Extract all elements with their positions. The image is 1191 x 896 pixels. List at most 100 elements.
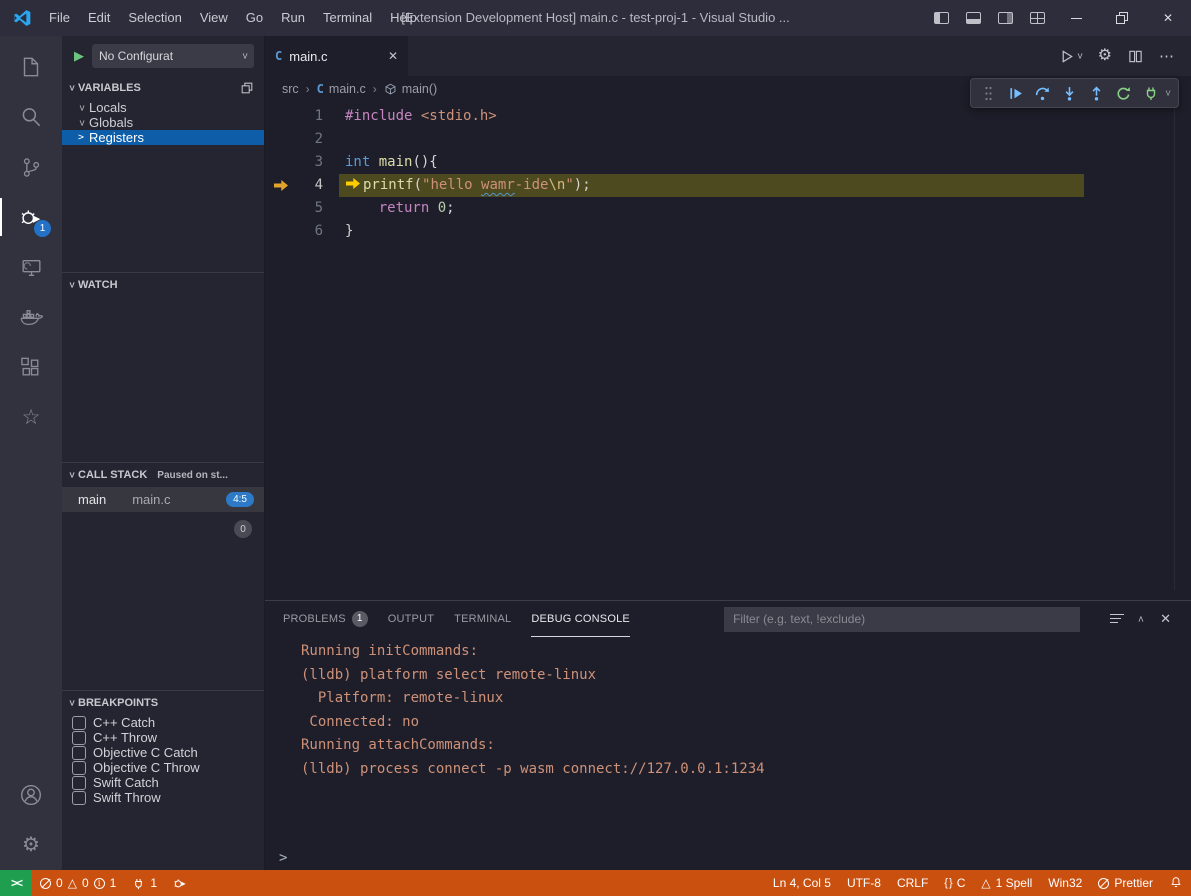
debug-status[interactable]	[165, 870, 195, 896]
console-line: (lldb) platform select remote-linux	[301, 664, 1191, 688]
sidebar-item-search[interactable]	[0, 92, 62, 142]
step-out-button[interactable]	[1087, 82, 1107, 104]
breadcrumb-symbol[interactable]: main()	[384, 82, 437, 96]
split-editor-icon[interactable]	[1128, 49, 1143, 64]
code-line-1[interactable]: 1#include <stdio.h>	[265, 105, 1191, 128]
panel-tab-terminal[interactable]: TERMINAL	[454, 601, 511, 637]
account-button[interactable]	[0, 770, 62, 820]
disconnect-button[interactable]	[1141, 82, 1161, 104]
breadcrumb-file[interactable]: Cmain.c	[317, 82, 366, 96]
sidebar-item-explorer[interactable]	[0, 42, 62, 92]
toggle-sidebar-icon[interactable]	[925, 0, 957, 36]
platform-indicator[interactable]: Win32	[1040, 870, 1090, 896]
code-editor[interactable]: 1#include <stdio.h>23int main(){4printf(…	[265, 102, 1191, 600]
run-or-debug-button[interactable]: >	[1059, 49, 1082, 64]
console-filter-input[interactable]	[724, 607, 1080, 632]
menu-go[interactable]: Go	[237, 0, 272, 36]
ports-indicator[interactable]: 1	[124, 870, 165, 896]
close-panel-icon[interactable]: ✕	[1160, 611, 1171, 627]
stack-frame-row[interactable]: main main.c 4:5	[62, 487, 264, 512]
chevron-down-icon[interactable]: >	[1162, 90, 1172, 96]
code-line-3[interactable]: 3int main(){	[265, 151, 1191, 174]
launch-configuration-dropdown[interactable]: No Configurat >	[92, 44, 254, 68]
breakpoint-checkbox[interactable]	[72, 731, 86, 745]
watch-header[interactable]: > WATCH	[62, 273, 264, 297]
minimize-button[interactable]	[1053, 0, 1099, 36]
more-actions-icon[interactable]: ⋯	[1159, 47, 1175, 65]
tab-main-c[interactable]: C main.c ✕	[265, 36, 408, 76]
sidebar-item-extensions[interactable]	[0, 342, 62, 392]
toggle-panel-icon[interactable]	[957, 0, 989, 36]
breakpoint-item-c-throw[interactable]: C++ Throw	[62, 730, 264, 745]
variables-item-registers[interactable]: >Registers	[62, 130, 264, 145]
toggle-secondary-sidebar-icon[interactable]	[989, 0, 1021, 36]
open-editors-icon[interactable]	[240, 81, 258, 95]
notifications-bell[interactable]	[1161, 870, 1191, 896]
breakpoints-header[interactable]: > BREAKPOINTS	[62, 691, 264, 715]
breakpoint-gutter[interactable]	[265, 197, 295, 220]
panel-tab-problems[interactable]: PROBLEMS1	[283, 601, 368, 637]
language-mode[interactable]: { } C	[936, 870, 973, 896]
breakpoint-item-objective-c-throw[interactable]: Objective C Throw	[62, 760, 264, 775]
menu-view[interactable]: View	[191, 0, 237, 36]
remote-indicator[interactable]: ><	[0, 870, 32, 896]
formatter-status[interactable]: Prettier	[1090, 870, 1161, 896]
debug-console-input[interactable]: >	[265, 846, 1191, 870]
breakpoint-gutter[interactable]	[265, 174, 295, 197]
panel-tab-debug-console[interactable]: DEBUG CONSOLE	[531, 601, 630, 637]
panel-tab-output[interactable]: OUTPUT	[388, 601, 434, 637]
maximize-panel-icon[interactable]: >	[1137, 616, 1147, 622]
breakpoint-checkbox[interactable]	[72, 776, 86, 790]
breakpoint-checkbox[interactable]	[72, 716, 86, 730]
toolbar-grip-icon[interactable]	[979, 82, 999, 104]
sidebar-item-remote-explorer[interactable]	[0, 242, 62, 292]
menu-terminal[interactable]: Terminal	[314, 0, 381, 36]
settings-button[interactable]: ⚙	[0, 820, 62, 870]
step-over-button[interactable]	[1033, 82, 1053, 104]
variables-header[interactable]: > VARIABLES	[62, 76, 264, 100]
code-line-2[interactable]: 2	[265, 128, 1191, 151]
sidebar-item-favorites[interactable]: ☆	[0, 392, 62, 442]
continue-button[interactable]	[1006, 82, 1026, 104]
breakpoint-item-objective-c-catch[interactable]: Objective C Catch	[62, 745, 264, 760]
code-line-4[interactable]: 4printf("hello wamr-ide\n");	[265, 174, 1191, 197]
close-tab-icon[interactable]: ✕	[388, 49, 398, 63]
breakpoint-gutter[interactable]	[265, 220, 295, 243]
breadcrumb-src[interactable]: src	[282, 82, 299, 96]
call-stack-header[interactable]: > CALL STACK Paused on st...	[62, 463, 264, 487]
filter-lines-icon[interactable]	[1110, 614, 1124, 625]
breakpoint-gutter[interactable]	[265, 128, 295, 151]
inline-breakpoint-icon[interactable]	[346, 178, 360, 189]
problems-indicator[interactable]: 0 △0 1	[32, 870, 124, 896]
menu-selection[interactable]: Selection	[119, 0, 190, 36]
breakpoint-item-swift-catch[interactable]: Swift Catch	[62, 775, 264, 790]
breakpoint-item-c-catch[interactable]: C++ Catch	[62, 715, 264, 730]
breakpoint-checkbox[interactable]	[72, 761, 86, 775]
sidebar-item-docker[interactable]	[0, 292, 62, 342]
customize-layout-icon[interactable]	[1021, 0, 1053, 36]
cursor-position[interactable]: Ln 4, Col 5	[765, 870, 839, 896]
eol-indicator[interactable]: CRLF	[889, 870, 936, 896]
breakpoint-gutter[interactable]	[265, 151, 295, 174]
settings-gear-icon[interactable]: ⚙	[1098, 48, 1112, 64]
menu-run[interactable]: Run	[272, 0, 314, 36]
breakpoint-gutter[interactable]	[265, 105, 295, 128]
sidebar-item-run-and-debug[interactable]: 1	[0, 192, 62, 242]
spell-checker-status[interactable]: △ 1 Spell	[973, 870, 1040, 896]
close-button[interactable]: ✕	[1145, 0, 1191, 36]
menu-edit[interactable]: Edit	[79, 0, 119, 36]
variables-item-locals[interactable]: >Locals	[62, 100, 264, 115]
code-line-5[interactable]: 5 return 0;	[265, 197, 1191, 220]
menu-file[interactable]: File	[40, 0, 79, 36]
step-into-button[interactable]	[1060, 82, 1080, 104]
encoding-indicator[interactable]: UTF-8	[839, 870, 889, 896]
sidebar-item-source-control[interactable]	[0, 142, 62, 192]
variables-item-globals[interactable]: >Globals	[62, 115, 264, 130]
breakpoint-item-swift-throw[interactable]: Swift Throw	[62, 790, 264, 805]
start-debugging-button[interactable]: ▶	[74, 48, 84, 64]
breakpoint-checkbox[interactable]	[72, 746, 86, 760]
maximize-button[interactable]	[1099, 0, 1145, 36]
code-line-6[interactable]: 6}	[265, 220, 1191, 243]
restart-button[interactable]	[1114, 82, 1134, 104]
breakpoint-checkbox[interactable]	[72, 791, 86, 805]
